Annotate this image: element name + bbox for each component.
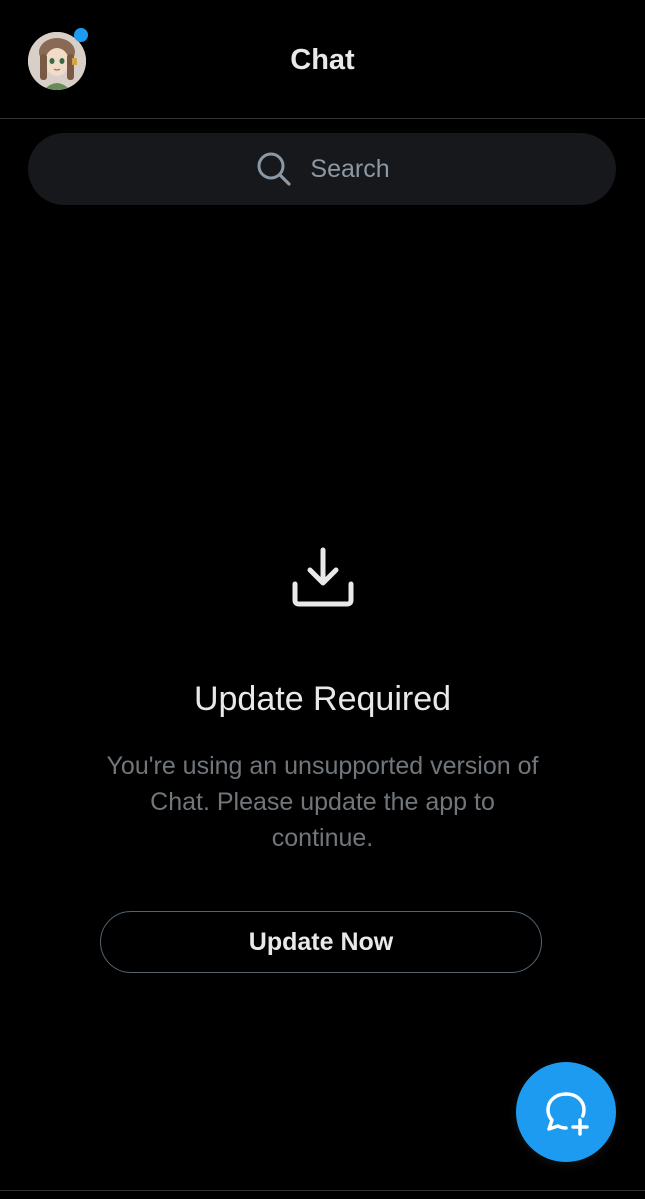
top-header: Chat — [0, 0, 645, 119]
page-title: Chat — [290, 44, 355, 76]
notification-dot — [74, 28, 88, 42]
update-title: Update Required — [193, 680, 452, 718]
empty-state-icon-wrap — [0, 540, 645, 612]
update-now-button[interactable]: Update Now — [100, 911, 542, 973]
search-icon — [257, 152, 291, 186]
download-icon — [292, 547, 353, 607]
update-description: You're using an unsupported version of C… — [106, 752, 539, 852]
search-input[interactable]: Search — [28, 133, 616, 205]
new-chat-button[interactable] — [516, 1062, 616, 1162]
bottom-divider — [0, 1190, 645, 1191]
search-placeholder: Search — [310, 154, 390, 183]
new-chat-icon — [546, 1092, 589, 1136]
